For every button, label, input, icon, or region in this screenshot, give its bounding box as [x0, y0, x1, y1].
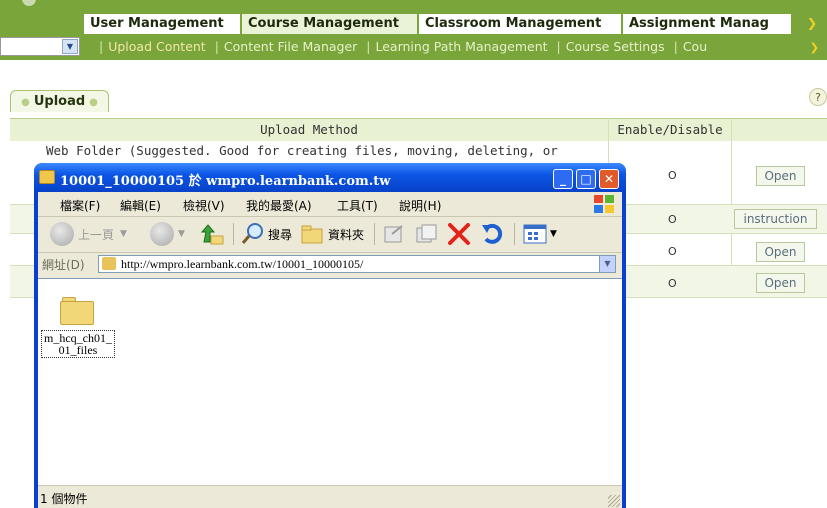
help-icon[interactable]: ? [809, 88, 827, 106]
status-bar: 1 個物件 [38, 485, 622, 508]
menu-favorites[interactable]: 我的最愛(A) [246, 197, 312, 214]
undo-icon [482, 223, 503, 244]
status-value: O [668, 245, 677, 258]
address-bar: 網址(D) http://wmpro.learnbank.com.tw/1000… [38, 253, 622, 275]
explorer-toolbar: 上一頁 ▼ ▼ 搜尋 資料夾 ▼ [38, 217, 622, 253]
maximize-button[interactable]: □ [576, 169, 596, 189]
chevron-down-icon[interactable]: ▼ [599, 256, 615, 272]
menu-tools[interactable]: 工具(T) [337, 197, 378, 214]
back-arrow-icon [50, 222, 74, 246]
address-value: http://wmpro.learnbank.com.tw/10001_1000… [121, 257, 364, 271]
status-value: O [668, 169, 677, 182]
course-select[interactable]: ▼ [0, 37, 80, 56]
views-icon [523, 224, 547, 244]
window-titlebar[interactable]: 10001_10000105 於 wmpro.learnbank.com.tw … [34, 163, 626, 192]
chevron-down-icon: ▼ [550, 229, 557, 239]
folder-icon[interactable] [60, 297, 94, 325]
subnav-more[interactable]: Cou [683, 39, 707, 54]
tab-user-management[interactable]: User Management [84, 14, 240, 34]
chevron-down-icon: ▼ [178, 229, 185, 239]
folders-button[interactable]: 資料夾 [300, 221, 364, 247]
menu-bar: 檔案(F) 編輯(E) 檢視(V) 我的最愛(A) 工具(T) 說明(H) [38, 192, 622, 217]
forward-arrow-icon [150, 222, 174, 246]
folders-icon [301, 225, 323, 244]
subnav-course-settings[interactable]: Course Settings [566, 39, 665, 54]
tab-course-management[interactable]: Course Management [242, 14, 417, 34]
subnav-upload-content[interactable]: Upload Content [108, 39, 206, 54]
chevron-down-icon[interactable]: ▼ [62, 39, 78, 54]
instruction-button[interactable]: instruction [734, 209, 817, 229]
views-button[interactable]: ▼ [522, 221, 557, 247]
search-icon [241, 223, 263, 244]
header-upload-method: Upload Method [260, 122, 358, 137]
move-to-icon [384, 225, 403, 243]
close-button[interactable]: ✕ [599, 169, 619, 189]
up-folder-button[interactable] [200, 221, 224, 247]
file-list: m_hcq_ch01_ 01_files [38, 278, 622, 485]
tabs-scroll-right-icon[interactable]: ❯ [805, 16, 819, 30]
status-text: 1 個物件 [40, 492, 88, 506]
windows-logo-icon [592, 194, 618, 214]
top-nav: User Management Course Management Classr… [0, 0, 827, 34]
subnav-learning-path[interactable]: Learning Path Management [376, 39, 548, 54]
window-body: 檔案(F) 編輯(E) 檢視(V) 我的最愛(A) 工具(T) 說明(H) 上一… [38, 192, 622, 508]
subnav-scroll-right-icon[interactable]: ❯ [810, 41, 819, 54]
open-button[interactable]: Open [756, 166, 805, 186]
delete-icon [448, 223, 470, 245]
status-value: O [668, 277, 677, 290]
minimize-button[interactable]: _ [553, 169, 573, 189]
menu-view[interactable]: 檢視(V) [183, 197, 225, 214]
copy-to-icon [416, 224, 437, 243]
delete-button[interactable] [446, 221, 472, 247]
window-title: 10001_10000105 於 wmpro.learnbank.com.tw [60, 174, 391, 189]
menu-help[interactable]: 說明(H) [399, 197, 441, 214]
address-input[interactable]: http://wmpro.learnbank.com.tw/10001_1000… [98, 255, 616, 273]
search-button[interactable]: 搜尋 [240, 221, 292, 247]
header-enable-disable: Enable/Disable [617, 122, 723, 137]
tab-classroom-management[interactable]: Classroom Management [419, 14, 621, 34]
sub-nav-links: | Upload Content | Content File Manager | L… [99, 39, 708, 54]
open-button[interactable]: Open [756, 273, 805, 293]
folder-label[interactable]: m_hcq_ch01_ 01_files [41, 330, 115, 358]
copy-to-button[interactable] [414, 221, 438, 247]
explorer-window: 10001_10000105 於 wmpro.learnbank.com.tw … [34, 163, 626, 508]
web-folder-icon [102, 257, 116, 270]
decor-corner [22, 0, 36, 6]
tab-dot-icon: ● [89, 97, 98, 108]
upload-tab-label: Upload [33, 94, 86, 109]
resize-grip-icon[interactable] [608, 495, 620, 507]
method-desc: Web Folder (Suggested. Good for creating… [46, 143, 558, 158]
forward-button[interactable]: ▼ [150, 221, 185, 247]
address-label: 網址(D) [42, 258, 85, 272]
open-button[interactable]: Open [756, 242, 805, 262]
menu-file[interactable]: 檔案(F) [60, 197, 100, 214]
subnav-content-file-manager[interactable]: Content File Manager [224, 39, 357, 54]
upload-tab[interactable]: ● Upload ● [10, 90, 109, 112]
chevron-down-icon: ▼ [120, 229, 127, 239]
move-to-button[interactable] [382, 221, 406, 247]
tab-assignment-management[interactable]: Assignment Manag [623, 14, 791, 34]
table-header: Upload Method Enable/Disable [10, 118, 827, 141]
tab-dot-icon: ● [21, 97, 30, 108]
up-folder-icon [200, 224, 224, 245]
undo-button[interactable] [480, 221, 506, 247]
folder-web-icon [39, 170, 55, 184]
status-value: O [668, 213, 677, 226]
menu-edit[interactable]: 編輯(E) [120, 197, 161, 214]
back-button[interactable]: 上一頁 ▼ [50, 221, 127, 247]
sub-nav: ▼ | Upload Content | Content File Manager … [0, 34, 827, 60]
